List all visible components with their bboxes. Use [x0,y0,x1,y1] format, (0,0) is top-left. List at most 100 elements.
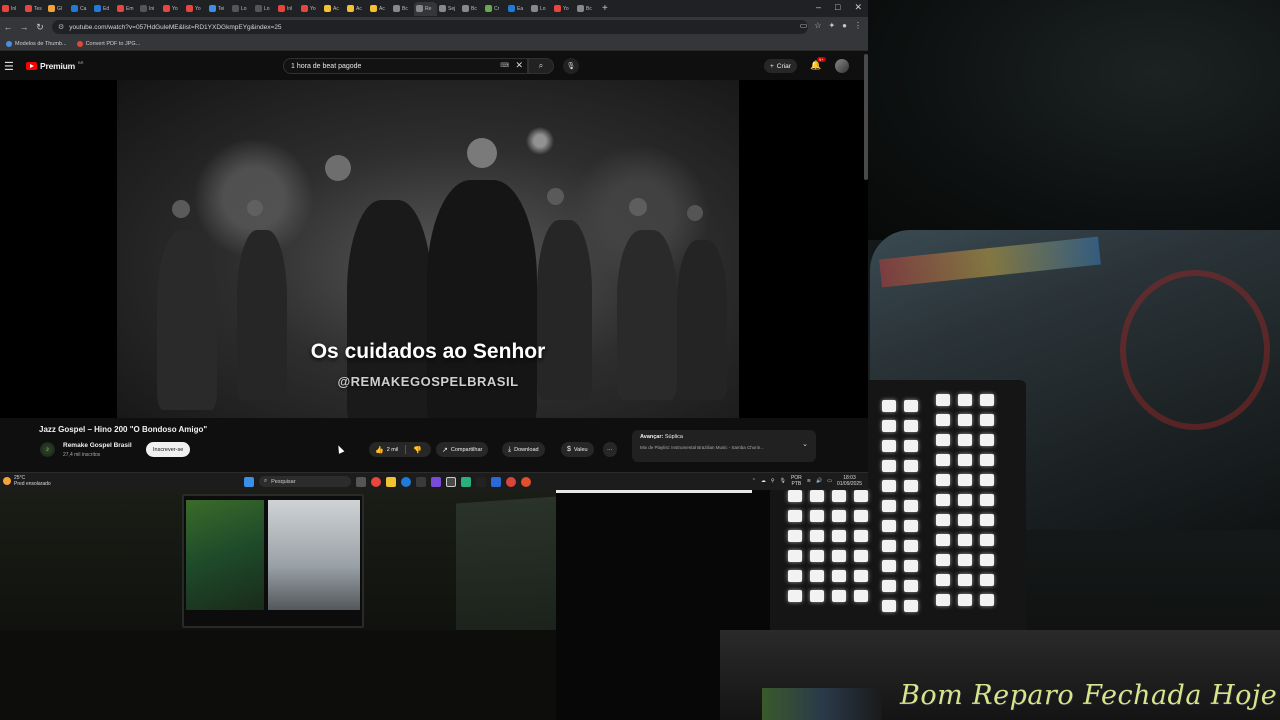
edge-icon[interactable] [401,476,411,487]
monitor-right-window [268,500,360,610]
youtube-logo[interactable]: Premium BR [26,60,84,71]
tab-favicon-icon [232,5,239,12]
app-icon[interactable] [521,476,531,487]
reload-icon[interactable]: ↻ [32,22,48,33]
video-frame[interactable] [117,80,739,418]
dislike-icon[interactable]: 👎 [413,446,422,454]
browser-tab[interactable]: Cr [483,2,506,16]
browser-tab[interactable]: Gl [46,2,69,16]
search-input[interactable]: 1 hora de beat pagode ⌨ ✕ [283,58,528,74]
led-cell [958,474,972,486]
bookmark-star-icon[interactable]: ☆ [814,21,821,30]
store-icon[interactable] [416,476,426,487]
chevron-down-icon[interactable]: ⌄ [802,440,808,448]
tray-chevron-icon[interactable]: ⌃ [752,478,756,484]
network-icon[interactable]: ⚲ [771,478,775,484]
playlist-next-panel[interactable]: Avançar: Súplica Mix de Playlist: Instru… [632,430,816,462]
chrome-profile-icon[interactable] [506,476,516,487]
browser-tab[interactable]: Lo [230,2,253,16]
bookmark-item[interactable]: Modelos de Thumb... [6,40,67,47]
bookmark-label: Convert PDF to JPG... [85,40,141,47]
more-actions-button[interactable]: ··· [603,442,617,457]
minimize-button[interactable]: – [816,2,821,13]
back-icon[interactable]: ← [0,22,16,32]
share-button[interactable]: ↗ Compartilhar [436,442,489,457]
browser-tab[interactable]: Ac [345,2,368,16]
browser-tab[interactable]: Bc [575,2,598,16]
search-button[interactable]: ⌕ [528,58,554,74]
taskbar-search[interactable]: ⌕ Pesquisar [259,476,351,487]
browser-tab[interactable]: Bc [391,2,414,16]
app-icon[interactable] [431,476,441,487]
browser-tab[interactable]: Ini [138,2,161,16]
clear-search-icon[interactable]: ✕ [515,60,523,71]
clock[interactable]: 18:03 01/09/2025 [837,475,862,487]
bookmark-favicon-icon [76,40,83,47]
browser-tab[interactable]: Tei [207,2,230,16]
browser-tab[interactable]: Em [115,2,138,16]
close-window-button[interactable]: ✕ [854,2,862,13]
create-button[interactable]: + Criar [764,59,797,73]
hamburger-menu-icon[interactable]: ☰ [4,60,14,73]
browser-tab[interactable]: Yo [552,2,575,16]
like-icon[interactable]: 👍 [375,446,384,454]
chrome-icon[interactable] [371,476,381,487]
browser-tab[interactable]: Lo [253,2,276,16]
task-view-icon[interactable] [356,476,366,487]
extensions-icon[interactable]: ✦ [828,21,835,30]
cloud-icon[interactable]: ☁ [761,478,766,484]
led-cell [854,510,868,522]
windows-start-icon[interactable] [244,476,254,487]
cast-icon[interactable]: ▭ [800,21,808,30]
channel-name[interactable]: Remake Gospel Brasil [63,442,132,449]
thanks-button[interactable]: $ Valeu [561,442,594,457]
page-scrollbar[interactable] [864,54,868,180]
browser-tab[interactable]: Tes [23,2,46,16]
browser-tab[interactable]: Sej [437,2,460,16]
voice-search-button[interactable]: 🎙 [563,58,579,74]
file-explorer-icon[interactable] [386,476,396,487]
address-bar[interactable]: ⚙ youtube.com/watch?v=057HdGuleME&list=R… [52,20,808,34]
browser-tab[interactable]: Inl [0,2,23,16]
download-button[interactable]: ⤓ Download [502,442,545,457]
weather-widget[interactable]: 25°C Pred ensolarado [3,475,51,487]
browser-tab[interactable]: Yo [299,2,322,16]
language-indicator[interactable]: POR PTB [791,475,802,487]
browser-window: Inl Tes Gl Ca Ed Em Ini Yo Yo Tei Lo Lo Inl Yo Ac Ac Ac B… [0,0,868,472]
new-tab-button[interactable]: + [602,3,608,14]
taskbar-search-label: Pesquisar [271,478,296,485]
account-avatar[interactable] [835,59,849,73]
bookmark-item[interactable]: Convert PDF to JPG... [76,40,141,47]
menu-kebab-icon[interactable]: ⋮ [854,21,862,30]
browser-tab[interactable]: Ea [506,2,529,16]
browser-tab[interactable]: Ed [92,2,115,16]
wifi-icon[interactable]: ≋ [807,478,811,484]
site-info-icon[interactable]: ⚙ [58,23,64,31]
app-icon[interactable] [461,476,471,487]
keyboard-icon[interactable]: ⌨ [500,62,509,69]
forward-icon[interactable]: → [16,22,32,32]
browser-tab[interactable]: Bc [460,2,483,16]
battery-icon[interactable]: ▭ [827,478,832,484]
browser-tab[interactable]: Yo [161,2,184,16]
browser-tab[interactable]: Ac [322,2,345,16]
browser-tab[interactable]: Re [414,1,437,16]
volume-icon[interactable]: 🔊 [816,478,822,484]
subscribe-button[interactable]: Inscrever-se [146,442,191,457]
like-count[interactable]: 2 mil [387,447,399,453]
browser-tab[interactable]: Ac [368,2,391,16]
word-icon[interactable] [491,476,501,487]
tab-favicon-icon [301,5,308,12]
browser-tab[interactable]: Yo [184,2,207,16]
profile-icon[interactable]: ● [842,21,847,30]
browser-tab[interactable]: Inl [276,2,299,16]
maximize-button[interactable]: □ [835,2,840,13]
app-icon[interactable] [476,476,486,487]
channel-avatar[interactable]: ♪ [40,442,55,457]
tab-label: Ca [80,5,87,12]
browser-tab[interactable]: Ca [69,2,92,16]
browser-tab[interactable]: Lo [529,2,552,16]
mic-icon[interactable]: 🎙 [780,478,786,484]
obs-icon[interactable] [446,476,456,487]
led-cell [854,590,868,602]
